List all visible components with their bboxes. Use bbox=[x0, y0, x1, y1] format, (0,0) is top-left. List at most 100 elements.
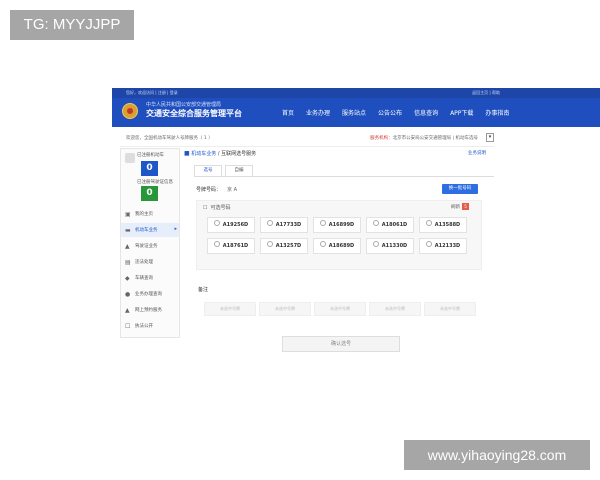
plate-option-label: A16899D bbox=[328, 222, 355, 228]
truck-icon: ■ bbox=[184, 150, 190, 157]
plate-number-row: 号牌号码： 京 A bbox=[196, 186, 237, 193]
stat-vehicles-count: 0 bbox=[141, 161, 158, 176]
radio-icon bbox=[266, 220, 273, 226]
doc-icon: ☐ bbox=[125, 323, 131, 330]
sidebar-item-label: 业务办理查询 bbox=[135, 292, 162, 297]
plate-option-label: A18689D bbox=[328, 243, 355, 249]
plate-option[interactable]: A13588D bbox=[419, 217, 467, 233]
plate-option[interactable]: A16899D bbox=[313, 217, 361, 233]
main-panel: ■ 机动车业务 / 互联网选号服务 业务说明 选号 自编 号牌号码：京 A 换一… bbox=[184, 148, 494, 388]
breadcrumb-item-plate: 互联网选号服务 bbox=[221, 151, 257, 157]
plate-grid: A19256D A17733D A16899D A18061D A13588D … bbox=[207, 217, 475, 254]
user-icon: ▲ bbox=[125, 307, 130, 314]
change-batch-button[interactable]: 换一批号码 bbox=[442, 184, 478, 194]
watermark-top: TG: MYYJJPP bbox=[10, 10, 134, 40]
plate-selection-box: 可选号码 刷新5 A19256D A17733D A16899D A18061D… bbox=[196, 200, 482, 270]
selected-slot[interactable]: 未选中号牌 bbox=[314, 302, 366, 316]
stat-vehicles-label: 已注册机动车 bbox=[137, 153, 164, 158]
selected-slot[interactable]: 未选中号牌 bbox=[204, 302, 256, 316]
radio-icon bbox=[372, 220, 379, 226]
plate-option-label: A13588D bbox=[434, 222, 461, 228]
radio-icon bbox=[372, 241, 379, 247]
header-subtitle: 中华人民共和国公安部交通管理局 bbox=[146, 102, 222, 108]
plate-option[interactable]: A18689D bbox=[313, 238, 361, 254]
service-org-label: 服务机构： bbox=[370, 136, 393, 141]
info-row: 欢迎您，全国机动车驾驶人号牌服务（ 1 ） 服务机构：北京市公安局公安交通管理局… bbox=[120, 132, 498, 144]
selection-title: 可选号码 bbox=[203, 204, 230, 211]
sidebar-item-label: 机动车业务 bbox=[135, 228, 158, 233]
sidebar-item-label: 执法公开 bbox=[135, 324, 153, 329]
sidebar-item-query[interactable]: ◆ 车辆查询 bbox=[121, 271, 179, 285]
tab-divider bbox=[194, 176, 494, 177]
plate-option[interactable]: A17733D bbox=[260, 217, 308, 233]
watermark-bottom: www.yihaoying28.com bbox=[404, 440, 590, 470]
divider bbox=[120, 146, 494, 147]
police-emblem-icon bbox=[122, 103, 138, 119]
sidebar-item-enforcement[interactable]: ☐ 执法公开 bbox=[121, 319, 179, 333]
plate-option[interactable]: A12133D bbox=[419, 238, 467, 254]
sidebar-item-label: 违法处理 bbox=[135, 260, 153, 265]
top-strip-left-text[interactable]: 您好，欢迎访问 | 注册 | 登录 bbox=[126, 90, 178, 96]
help-link[interactable]: 业务说明 bbox=[468, 150, 486, 156]
radio-icon bbox=[319, 241, 326, 247]
sidebar-item-appointment[interactable]: ▲ 网上预约服务 bbox=[121, 303, 179, 317]
home-icon: ▣ bbox=[125, 211, 131, 218]
plate-option[interactable]: A18761D bbox=[207, 238, 255, 254]
nav-item-guide[interactable]: 办事指南 bbox=[485, 108, 509, 117]
nav-item-home[interactable]: 首页 bbox=[282, 108, 294, 117]
sidebar: 已注册机动车 0 已注册驾驶证信息 0 ▣ 我的主页 ▬ 机动车业务 ▸ ▲ 驾… bbox=[120, 148, 180, 338]
breadcrumb-item-vehicle[interactable]: 机动车业务 bbox=[191, 151, 216, 157]
site-header: 中华人民共和国公安部交通管理局 交通安全综合服务管理平台 首页 业务办理 服务站… bbox=[112, 98, 600, 127]
plate-option-label: A13257D bbox=[275, 243, 302, 249]
service-org-value: 北京市公安局公安交通管理局 | 机动车选号 bbox=[392, 136, 478, 141]
remark-label: 备注 bbox=[198, 287, 209, 293]
plate-prefix: 京 A bbox=[227, 187, 238, 193]
people-icon: ● bbox=[125, 291, 131, 298]
chevron-right-icon: ▸ bbox=[174, 226, 177, 232]
nav-item-query[interactable]: 信息查询 bbox=[414, 108, 438, 117]
sidebar-item-home[interactable]: ▣ 我的主页 bbox=[121, 207, 179, 221]
user-info: 欢迎您，全国机动车驾驶人号牌服务（ 1 ） bbox=[126, 136, 213, 141]
top-strip: 您好，欢迎访问 | 注册 | 登录 返回主页 | 帮助 bbox=[112, 88, 600, 98]
selected-slot[interactable]: 未选中号牌 bbox=[259, 302, 311, 316]
sidebar-item-progress[interactable]: ● 业务办理查询 bbox=[121, 287, 179, 301]
main-nav: 首页 业务办理 服务站点 公告公布 信息查询 APP下载 办事指南 bbox=[282, 108, 509, 117]
stat-licenses-label: 已注册驾驶证信息 bbox=[137, 180, 173, 185]
site-title: 交通安全综合服务管理平台 bbox=[146, 109, 242, 118]
plate-option-label: A18761D bbox=[222, 243, 249, 249]
nav-item-business[interactable]: 业务办理 bbox=[306, 108, 330, 117]
plate-option[interactable]: A18061D bbox=[366, 217, 414, 233]
breadcrumb: ■ 机动车业务 / 互联网选号服务 bbox=[184, 150, 256, 157]
plate-option[interactable]: A19256D bbox=[207, 217, 255, 233]
nav-item-app[interactable]: APP下载 bbox=[450, 108, 473, 117]
nav-item-stations[interactable]: 服务站点 bbox=[342, 108, 366, 117]
sidebar-item-label: 网上预约服务 bbox=[135, 308, 162, 313]
sidebar-item-label: 车辆查询 bbox=[135, 276, 153, 281]
car-icon: ▬ bbox=[125, 227, 131, 234]
refresh-control[interactable]: 刷新 5 bbox=[451, 203, 469, 210]
plate-option-label: A19256D bbox=[222, 222, 249, 228]
license-icon: ▲ bbox=[125, 243, 130, 250]
query-icon: ◆ bbox=[125, 275, 130, 282]
selected-slot[interactable]: 未选中号牌 bbox=[424, 302, 476, 316]
radio-icon bbox=[213, 241, 220, 247]
sidebar-item-violation[interactable]: ▤ 违法处理 bbox=[121, 255, 179, 269]
top-strip-right-text[interactable]: 返回主页 | 帮助 bbox=[472, 90, 500, 96]
radio-icon bbox=[425, 241, 432, 247]
sidebar-item-label: 驾驶证业务 bbox=[135, 244, 158, 249]
plate-option[interactable]: A13257D bbox=[260, 238, 308, 254]
radio-icon bbox=[266, 241, 273, 247]
avatar-icon bbox=[125, 153, 135, 163]
sidebar-item-vehicle[interactable]: ▬ 机动车业务 ▸ bbox=[121, 223, 179, 237]
sidebar-item-license[interactable]: ▲ 驾驶证业务 bbox=[121, 239, 179, 253]
radio-icon bbox=[425, 220, 432, 226]
confirm-button[interactable]: 确认选号 bbox=[282, 336, 400, 352]
plate-option-label: A17733D bbox=[275, 222, 302, 228]
radio-icon bbox=[213, 220, 220, 226]
selected-slot[interactable]: 未选中号牌 bbox=[369, 302, 421, 316]
refresh-count-badge: 5 bbox=[462, 203, 469, 210]
org-dropdown-chevron-icon[interactable]: ▾ bbox=[486, 133, 494, 142]
nav-item-notices[interactable]: 公告公布 bbox=[378, 108, 402, 117]
plate-option[interactable]: A11330D bbox=[366, 238, 414, 254]
stat-licenses-count: 0 bbox=[141, 186, 158, 201]
